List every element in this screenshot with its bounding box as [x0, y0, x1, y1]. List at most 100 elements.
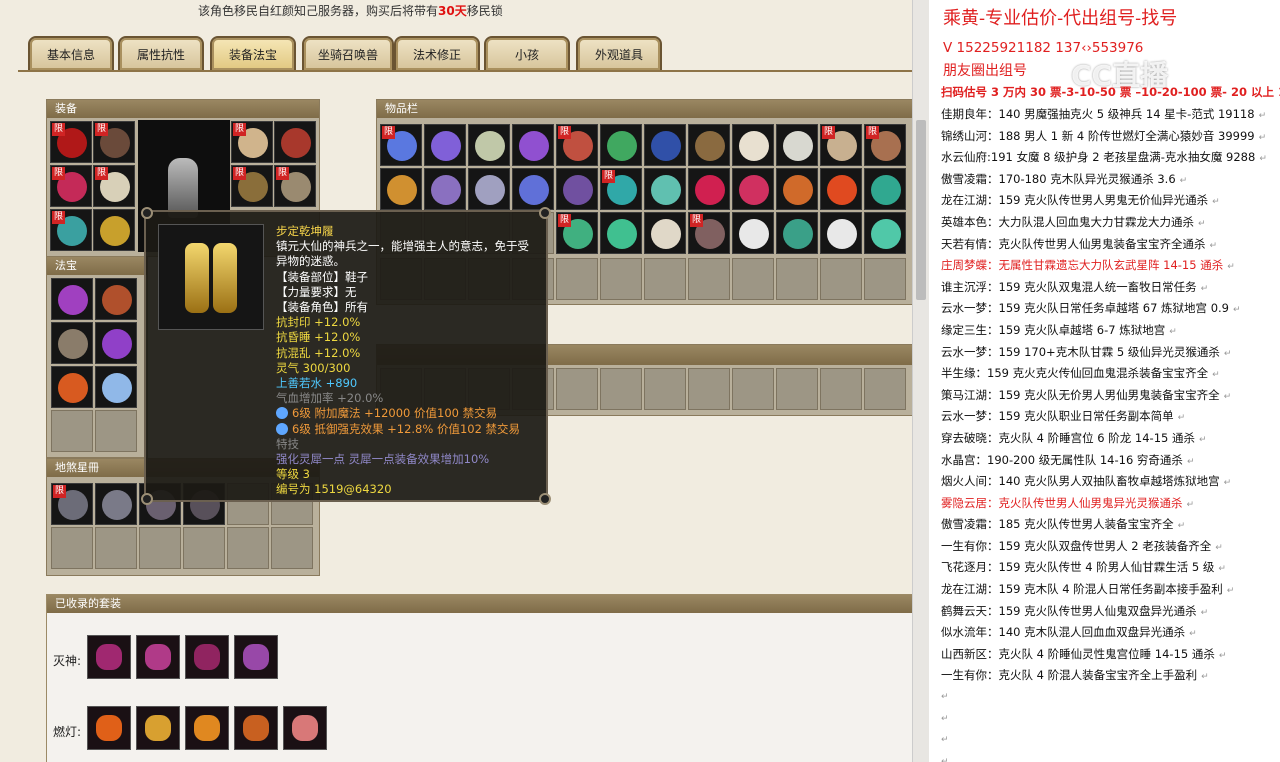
- inventory-slot[interactable]: [512, 124, 554, 166]
- tab-child[interactable]: 小孩: [484, 36, 570, 72]
- inventory-slot[interactable]: [776, 212, 818, 254]
- suit-icon[interactable]: [185, 635, 229, 679]
- inventory-slot[interactable]: [556, 168, 598, 210]
- return-mark: ↵: [1212, 197, 1220, 208]
- equip-slot[interactable]: 限: [50, 209, 92, 251]
- inventory-slot[interactable]: [468, 124, 510, 166]
- equip-slot[interactable]: 限: [231, 165, 273, 207]
- inventory-item-icon: [519, 175, 549, 205]
- suit-icon[interactable]: [87, 706, 131, 750]
- empty-slot[interactable]: [776, 258, 818, 300]
- inventory-slot[interactable]: [424, 124, 466, 166]
- inventory-slot[interactable]: [380, 168, 422, 210]
- tab-appearance[interactable]: 外观道具: [576, 36, 662, 72]
- inventory-slot[interactable]: [820, 212, 862, 254]
- empty-slot[interactable]: [864, 258, 906, 300]
- inventory-slot[interactable]: [776, 168, 818, 210]
- tab-equipment[interactable]: 装备法宝: [210, 36, 296, 72]
- tab-spell-modifier[interactable]: 法术修正: [394, 36, 480, 72]
- scrollbar[interactable]: [912, 0, 929, 762]
- item-desc: 镇元大仙的神兵之一，能增强主人的意志，免于受: [276, 239, 529, 254]
- inventory-slot[interactable]: [688, 168, 730, 210]
- empty-slot[interactable]: [271, 527, 313, 569]
- equip-slot[interactable]: 限: [274, 165, 316, 207]
- inventory-slot[interactable]: [644, 168, 686, 210]
- empty-slot[interactable]: [864, 368, 906, 410]
- treasure-slot[interactable]: [51, 278, 93, 320]
- empty-slot[interactable]: [688, 368, 730, 410]
- empty-slot[interactable]: [556, 368, 598, 410]
- equip-slot[interactable]: 限: [50, 165, 92, 207]
- suit-icon[interactable]: [87, 635, 131, 679]
- inventory-slot[interactable]: [864, 212, 906, 254]
- equip-slot[interactable]: 限: [93, 121, 135, 163]
- empty-slot[interactable]: [51, 527, 93, 569]
- equip-slot[interactable]: 限: [50, 121, 92, 163]
- empty-slot[interactable]: [51, 410, 93, 452]
- treasure-slot[interactable]: [95, 322, 137, 364]
- inventory-slot[interactable]: 限: [820, 124, 862, 166]
- tab-basic-info[interactable]: 基本信息: [28, 36, 114, 72]
- empty-slot[interactable]: [95, 410, 137, 452]
- inventory-slot[interactable]: 限: [380, 124, 422, 166]
- diling-slot[interactable]: [95, 483, 137, 525]
- inventory-slot[interactable]: [776, 124, 818, 166]
- empty-slot[interactable]: [732, 258, 774, 300]
- character-figure: [168, 158, 198, 218]
- empty-slot[interactable]: [644, 368, 686, 410]
- scrollbar-thumb[interactable]: [916, 120, 926, 300]
- empty-slot[interactable]: [820, 368, 862, 410]
- inventory-slot[interactable]: 限: [600, 168, 642, 210]
- suit-icon[interactable]: [136, 635, 180, 679]
- suit-icon[interactable]: [234, 635, 278, 679]
- treasure-slot[interactable]: [95, 366, 137, 408]
- diling-slot[interactable]: 限: [51, 483, 93, 525]
- empty-slot[interactable]: [732, 368, 774, 410]
- equip-slot[interactable]: [274, 121, 316, 163]
- empty-slot[interactable]: [139, 527, 181, 569]
- empty-slot[interactable]: [227, 527, 269, 569]
- inventory-slot[interactable]: [468, 168, 510, 210]
- empty-slot[interactable]: [600, 368, 642, 410]
- empty-slot[interactable]: [95, 527, 137, 569]
- equip-slot[interactable]: 限: [231, 121, 273, 163]
- suit-icon[interactable]: [234, 706, 278, 750]
- inventory-slot[interactable]: 限: [688, 212, 730, 254]
- inventory-slot[interactable]: 限: [556, 124, 598, 166]
- empty-slot[interactable]: [556, 258, 598, 300]
- inventory-slot[interactable]: [600, 212, 642, 254]
- listing-line: 佳期良年：140 男魔强抽克火 5 级神兵 14 星卡-范式 19118 ↵: [941, 104, 1277, 126]
- equip-slot[interactable]: [93, 209, 135, 251]
- inventory-slot[interactable]: [864, 168, 906, 210]
- empty-slot[interactable]: [644, 258, 686, 300]
- inventory-slot[interactable]: [688, 124, 730, 166]
- empty-slot[interactable]: [183, 527, 225, 569]
- inventory-slot[interactable]: 限: [556, 212, 598, 254]
- empty-slot[interactable]: [820, 258, 862, 300]
- inventory-slot[interactable]: [732, 124, 774, 166]
- item-gem: 6级 抵御强克效果 +12.8% 价值102 禁交易: [276, 422, 546, 437]
- tab-mounts-pets[interactable]: 坐骑召唤兽: [302, 36, 394, 72]
- inventory-slot[interactable]: [820, 168, 862, 210]
- inventory-slot[interactable]: [644, 212, 686, 254]
- treasure-slot[interactable]: [51, 366, 93, 408]
- inventory-slot[interactable]: [512, 168, 554, 210]
- treasure-slot[interactable]: [95, 278, 137, 320]
- suit-icon[interactable]: [136, 706, 180, 750]
- suit-icon[interactable]: [185, 706, 229, 750]
- empty-slot[interactable]: [688, 258, 730, 300]
- inventory-slot[interactable]: [732, 168, 774, 210]
- empty-slot[interactable]: [776, 368, 818, 410]
- treasure-slot[interactable]: [51, 322, 93, 364]
- inventory-slot[interactable]: [644, 124, 686, 166]
- treasure-icon: [102, 285, 132, 315]
- item-name: 步定乾坤履: [276, 224, 334, 238]
- inventory-slot[interactable]: [600, 124, 642, 166]
- inventory-slot[interactable]: [424, 168, 466, 210]
- empty-slot[interactable]: [600, 258, 642, 300]
- tab-attributes[interactable]: 属性抗性: [118, 36, 204, 72]
- inventory-slot[interactable]: 限: [864, 124, 906, 166]
- equip-slot[interactable]: 限: [93, 165, 135, 207]
- suit-icon[interactable]: [283, 706, 327, 750]
- inventory-slot[interactable]: [732, 212, 774, 254]
